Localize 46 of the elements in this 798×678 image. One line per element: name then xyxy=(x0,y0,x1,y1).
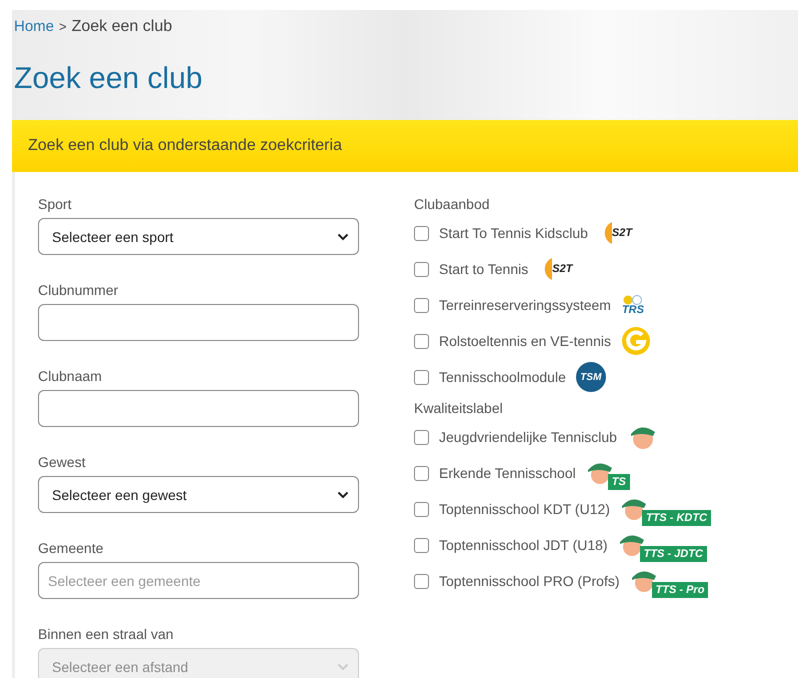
s2t-logo: S2T xyxy=(538,256,572,282)
checkbox[interactable] xyxy=(414,262,429,276)
checkbox-label[interactable]: Toptennisschool JDT (U18) xyxy=(439,537,608,553)
checkbox-label[interactable]: Start To Tennis Kidsclub xyxy=(439,225,588,241)
checkbox-label[interactable]: Erkende Tennisschool xyxy=(439,465,576,481)
input-field[interactable] xyxy=(38,304,359,341)
checkbox-label[interactable]: Terreinreserveringssysteem xyxy=(439,297,611,313)
group-heading: Clubaanbod xyxy=(414,196,491,212)
checkbox[interactable] xyxy=(414,538,429,552)
checkbox[interactable] xyxy=(414,334,429,348)
g-circle-icon xyxy=(621,326,651,356)
tsm-logo: TSM xyxy=(576,362,606,392)
checkbox[interactable] xyxy=(414,370,429,384)
chevron-down-icon xyxy=(337,490,349,498)
checkbox-label[interactable]: Tennisschoolmodule xyxy=(439,369,566,385)
search-banner: Zoek een club via onderstaande zoekcriteria xyxy=(12,120,798,172)
field-label: Gemeente xyxy=(38,540,104,556)
page-title: Zoek een club xyxy=(14,62,204,96)
checkbox-label[interactable]: Rolstoeltennis en VE-tennis xyxy=(439,333,611,349)
breadcrumb-separator: > xyxy=(59,19,67,34)
breadcrumb-current: Zoek een club xyxy=(72,18,172,36)
chevron-down-icon xyxy=(337,662,349,670)
checkbox[interactable] xyxy=(414,298,429,312)
input-field[interactable] xyxy=(38,390,359,427)
checkbox-label[interactable]: Start to Tennis xyxy=(439,261,528,277)
field-label: Clubnaam xyxy=(38,368,103,384)
field-label: Clubnummer xyxy=(38,282,120,298)
input-field[interactable]: Selecteer een gemeente xyxy=(38,562,359,599)
select-dropdown[interactable]: Selecteer een sport xyxy=(38,218,359,255)
checkbox[interactable] xyxy=(414,502,429,516)
chevron-down-icon xyxy=(337,232,349,240)
field-label: Sport xyxy=(38,196,72,212)
checkbox-label[interactable]: Toptennisschool PRO (Profs) xyxy=(439,573,620,589)
field-label: Gewest xyxy=(38,454,86,470)
checkbox-label[interactable]: Toptennisschool KDT (U12) xyxy=(439,501,610,517)
checkbox[interactable] xyxy=(414,226,429,240)
checkbox[interactable] xyxy=(414,574,429,588)
field-label: Binnen een straal van xyxy=(38,626,174,642)
select-dropdown[interactable]: Selecteer een gewest xyxy=(38,476,359,513)
checkbox[interactable] xyxy=(414,430,429,444)
s2t-logo: S2T xyxy=(598,220,632,246)
checkbox-label[interactable]: Jeugdvriendelijke Tennisclub xyxy=(439,429,617,445)
checkbox[interactable] xyxy=(414,466,429,480)
group-heading: Kwaliteitslabel xyxy=(414,400,504,416)
breadcrumb-home-link[interactable]: Home xyxy=(14,18,54,35)
trs-logo: TRS xyxy=(620,294,645,316)
